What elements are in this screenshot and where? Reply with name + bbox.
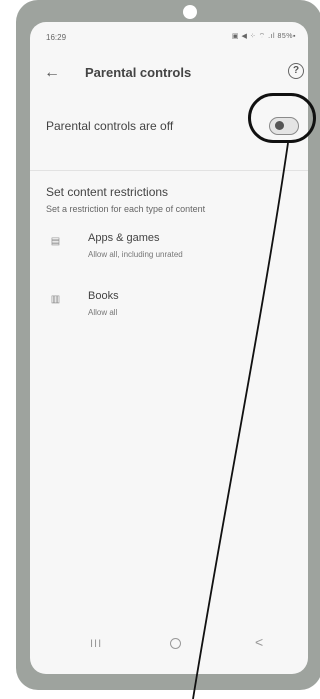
annotation-pointer-line — [192, 142, 289, 699]
